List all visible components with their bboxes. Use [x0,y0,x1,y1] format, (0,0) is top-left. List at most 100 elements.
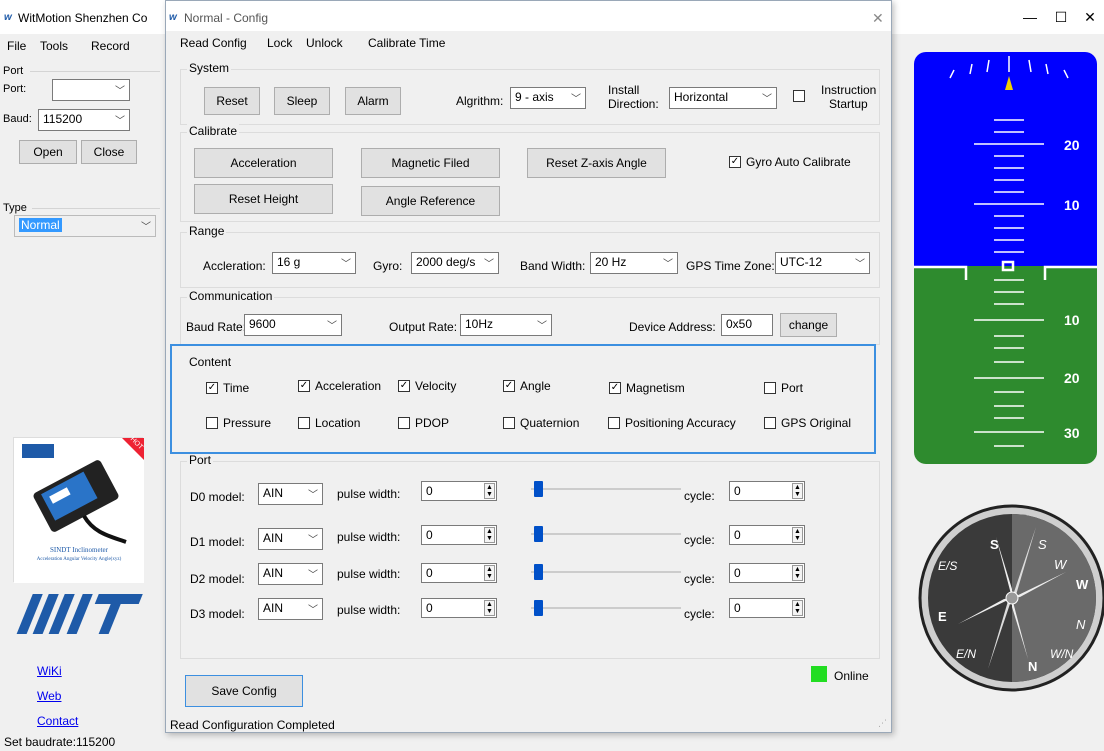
divider [32,208,160,209]
install-label-line2: Direction: [608,97,659,111]
d0-slider-thumb[interactable] [534,481,543,497]
d2-cycle-label: cycle: [684,572,715,586]
alarm-button[interactable]: Alarm [345,87,401,115]
app-logo-icon: w [4,12,12,23]
algrithm-label: Algrithm: [456,94,504,108]
spinner-arrows-icon[interactable]: ▲ ▼ [484,565,495,581]
d0-cycle-spinner[interactable]: 0 ▲ ▼ [729,481,805,501]
d3-slider-thumb[interactable] [534,600,543,616]
d1-cycle-spinner[interactable]: 0 ▲ ▼ [729,525,805,545]
type-group-label: Type [3,202,27,214]
minimize-icon[interactable]: — [1020,9,1040,25]
d3-cycle-spinner[interactable]: 0 ▲ ▼ [729,598,805,618]
output-rate-label: Output Rate: [389,320,458,334]
chevron-down-icon: ﹀ [762,94,772,105]
d0-slider-track[interactable] [531,488,681,490]
device-address-field[interactable]: 0x50 [721,314,773,336]
menu-unlock[interactable]: Unlock [306,36,343,50]
d3-slider-track[interactable] [531,607,681,609]
resize-grip-icon[interactable]: ⋰ [878,718,887,729]
d3-model-select[interactable]: AIN ﹀ [258,598,323,620]
d1-slider-thumb[interactable] [534,526,543,542]
magnetic-calibrate-button[interactable]: Magnetic Filed [361,148,500,178]
open-button[interactable]: Open [19,140,77,164]
port-select[interactable]: ﹀ [52,79,130,101]
close-icon[interactable]: ✕ [1080,9,1100,26]
spinner-arrows-icon[interactable]: ▲ ▼ [484,527,495,543]
pitch-label-20-up: 20 [1064,137,1080,153]
algrithm-select[interactable]: 9 - axis ﹀ [510,87,586,109]
spinner-arrows-icon[interactable]: ▲ ▼ [484,483,495,499]
save-config-button[interactable]: Save Config [185,675,303,707]
menu-file[interactable]: File [7,39,26,53]
dialog-status-bar: Read Configuration Completed ⋰ [166,715,891,733]
sleep-button[interactable]: Sleep [274,87,330,115]
accel-range-label: Accleration: [203,259,266,273]
dialog-close-icon[interactable]: ✕ [872,10,884,27]
compass-letter-s2: S [1038,537,1047,552]
menu-lock[interactable]: Lock [267,36,292,50]
reset-button[interactable]: Reset [204,87,260,115]
chevron-down-icon: ﹀ [537,321,547,332]
compass-letter-w2: W [1076,577,1089,592]
accel-range-select[interactable]: 16 g ﹀ [272,252,356,274]
bandwidth-label: Band Width: [520,259,586,273]
contact-link[interactable]: Contact [37,714,78,728]
menu-calibrate-time[interactable]: Calibrate Time [368,36,445,50]
reset-z-axis-button[interactable]: Reset Z-axis Angle [527,148,666,178]
compass-letter-wn: W/N [1050,647,1074,661]
d1-slider-track[interactable] [531,533,681,535]
web-link[interactable]: Web [37,689,61,703]
d1-pulse-width-spinner[interactable]: 0 ▲ ▼ [421,525,497,545]
acceleration-calibrate-button[interactable]: Acceleration [194,148,333,178]
change-address-button[interactable]: change [780,313,837,337]
gps-timezone-select[interactable]: UTC-12 ﹀ [775,252,870,274]
spinner-arrows-icon[interactable]: ▲ ▼ [792,483,803,499]
d2-cycle-spinner[interactable]: 0 ▲ ▼ [729,563,805,583]
maximize-icon[interactable]: ☐ [1051,9,1071,26]
dialog-title: Normal - Config [184,11,269,25]
product-subcaption: Acceleration Angular Velocity Angle(xyz) [36,557,122,562]
d1-model-select[interactable]: AIN ﹀ [258,528,323,550]
spinner-arrows-icon[interactable]: ▲ ▼ [792,600,803,616]
port-label: Port: [3,83,27,95]
close-port-button[interactable]: Close [81,140,137,164]
gyro-auto-calibrate-checkbox[interactable]: ✓ Gyro Auto Calibrate [729,155,851,169]
spinner-arrows-icon[interactable]: ▲ ▼ [792,565,803,581]
baud-label: Baud: [3,113,32,125]
chevron-down-icon: ﹀ [115,86,125,97]
spinner-arrows-icon[interactable]: ▲ ▼ [792,527,803,543]
d0-model-select[interactable]: AIN ﹀ [258,483,323,505]
d2-slider-thumb[interactable] [534,564,543,580]
baud-select[interactable]: 115200 ﹀ [38,109,130,131]
d2-slider-track[interactable] [531,571,681,573]
main-menu-bar: File Tools Record [0,34,165,58]
menu-read-config[interactable]: Read Config [180,36,247,50]
pitch-label-10-down: 10 [1064,312,1080,328]
bandwidth-select[interactable]: 20 Hz ﹀ [590,252,678,274]
menu-tools[interactable]: Tools [40,39,68,53]
d0-pulse-width-label: pulse width: [337,487,401,501]
d3-pulse-width-spinner[interactable]: 0 ▲ ▼ [421,598,497,618]
d2-model-select[interactable]: AIN ﹀ [258,563,323,585]
chevron-down-icon: ﹀ [663,259,673,270]
online-status-indicator [811,666,827,682]
chevron-down-icon: ﹀ [308,605,318,616]
type-select[interactable]: Normal ﹀ [14,215,156,237]
instruction-startup-checkbox[interactable] [793,90,810,102]
chevron-down-icon: ﹀ [141,222,151,233]
install-direction-select[interactable]: Horizontal ﹀ [669,87,777,109]
menu-record[interactable]: Record [91,39,130,53]
baud-rate-select[interactable]: 9600 ﹀ [244,314,342,336]
d0-pulse-width-spinner[interactable]: 0 ▲ ▼ [421,481,497,501]
angle-reference-button[interactable]: Angle Reference [361,186,500,216]
output-rate-select[interactable]: 10Hz ﹀ [460,314,552,336]
wiki-link[interactable]: WiKi [37,664,62,678]
d2-pulse-width-spinner[interactable]: 0 ▲ ▼ [421,563,497,583]
compass-letter-n2: N [1028,659,1038,674]
spinner-arrows-icon[interactable]: ▲ ▼ [484,600,495,616]
device-address-label: Device Address: [629,320,716,334]
reset-height-button[interactable]: Reset Height [194,184,333,214]
chevron-down-icon: ﹀ [484,259,494,270]
gyro-range-select[interactable]: 2000 deg/s ﹀ [411,252,499,274]
